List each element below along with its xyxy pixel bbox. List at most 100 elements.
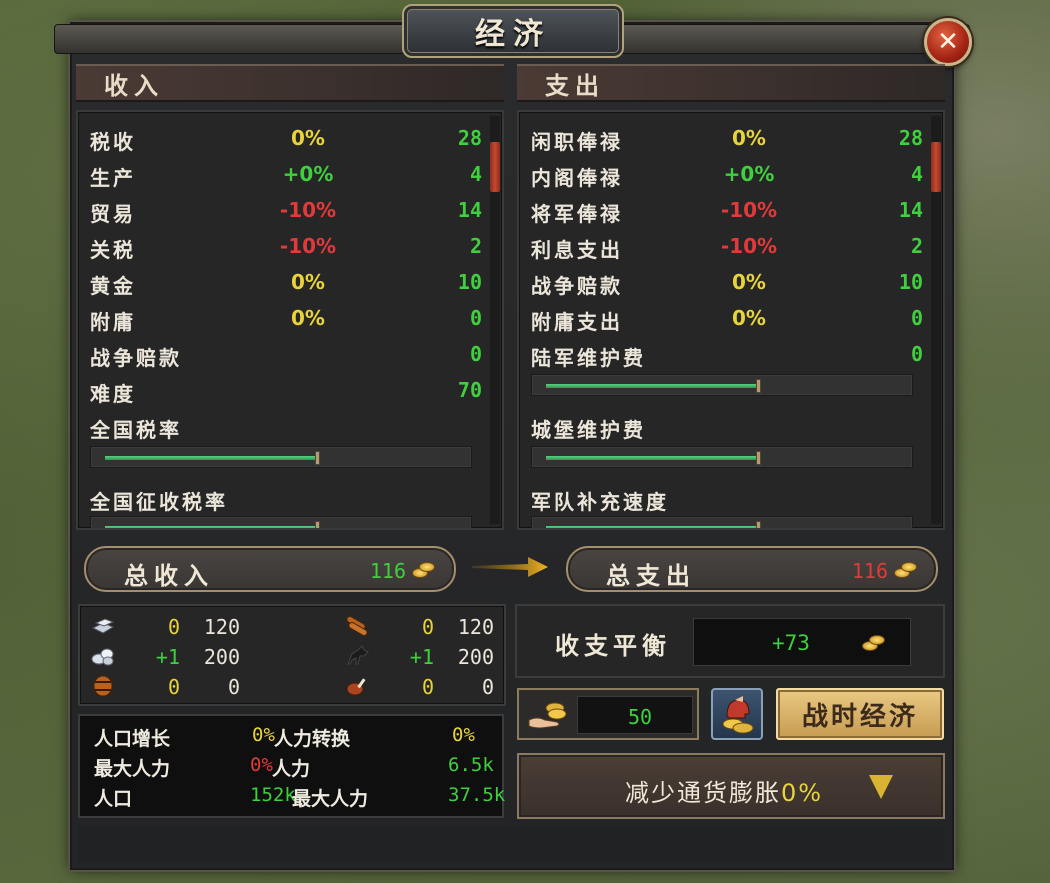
expense-row-value: 28 bbox=[898, 126, 923, 150]
population-row-1: 人口增长 0% 人力转换 0% bbox=[80, 724, 502, 752]
gold-coin-icon bbox=[862, 633, 885, 651]
resource-item: +1 200 bbox=[344, 642, 504, 672]
resource-item: 0 120 bbox=[90, 612, 250, 642]
tax-rate-label-row: 全国税率 bbox=[78, 408, 502, 444]
stone-icon bbox=[90, 644, 116, 668]
inflation-dropdown[interactable]: 减少通货膨胀0% bbox=[517, 753, 945, 819]
income-row-label: 难度 bbox=[90, 382, 136, 406]
levy-rate-label: 全国征收税率 bbox=[90, 490, 228, 514]
max-manpower-label: 最大人力 bbox=[94, 758, 171, 780]
income-list[interactable]: 税收 0% 28 生产 +0% 4 贸易 -10% 14 关税 -10% 2 黄金 0% 10 附庸 0% 0 战争… bbox=[76, 110, 504, 530]
manpower-label: 人力 bbox=[272, 758, 311, 780]
tax-rate-slider[interactable] bbox=[90, 446, 472, 468]
income-row-percent: 0% bbox=[291, 306, 325, 330]
chevron-down-icon bbox=[869, 775, 893, 799]
expense-row: 闲职俸禄 0% 28 bbox=[519, 120, 943, 156]
gold-coin-icon bbox=[412, 560, 435, 578]
expense-row-percent: 0% bbox=[732, 306, 766, 330]
income-row: 生产 +0% 4 bbox=[78, 156, 502, 192]
resource-item: +1 200 bbox=[90, 642, 250, 672]
income-row-value: 0 bbox=[469, 342, 482, 366]
castle-upkeep-label-row: 城堡维护费 bbox=[519, 408, 943, 444]
helmet-coins-icon bbox=[722, 696, 754, 734]
meat-icon bbox=[344, 674, 370, 698]
recruit-field[interactable]: 50 bbox=[577, 696, 693, 734]
expense-row-percent: -10% bbox=[720, 234, 778, 258]
barrel-icon bbox=[90, 674, 116, 698]
expense-row: 利息支出 -10% 2 bbox=[519, 228, 943, 264]
expense-row-label: 战争赔款 bbox=[531, 274, 623, 298]
reinforce-speed-label-row: 军队补充速度 bbox=[519, 480, 943, 516]
tax-rate-slider-fill bbox=[105, 456, 318, 460]
castle-upkeep-slider-handle[interactable] bbox=[756, 451, 762, 465]
iron-ingot-icon bbox=[90, 614, 116, 638]
income-row-value: 70 bbox=[457, 378, 482, 402]
reinforce-speed-slider-handle[interactable] bbox=[756, 521, 762, 528]
resource-item: 00 bbox=[344, 672, 504, 702]
total-income-value: 116 bbox=[369, 559, 406, 583]
income-row-label: 附庸 bbox=[90, 310, 136, 334]
reinforce-speed-slider-fill bbox=[546, 526, 759, 528]
income-row-value: 0 bbox=[469, 306, 482, 330]
income-header: 收入 bbox=[76, 64, 504, 102]
close-button[interactable]: ✕ bbox=[924, 18, 972, 66]
expense-row-percent: 0% bbox=[732, 270, 766, 294]
balance-value: +73 bbox=[772, 631, 810, 655]
reinforce-speed-slider[interactable] bbox=[531, 516, 913, 528]
income-row: 黄金 0% 10 bbox=[78, 264, 502, 300]
expense-row-percent: +0% bbox=[723, 162, 775, 186]
tax-rate-slider-handle[interactable] bbox=[315, 451, 321, 465]
inflation-value: 0% bbox=[781, 779, 824, 807]
castle-upkeep-slider[interactable] bbox=[531, 446, 913, 468]
max-manpower-value: 0% bbox=[250, 754, 273, 776]
expense-header: 支出 bbox=[517, 64, 945, 102]
resource-delta: +1 bbox=[409, 645, 434, 669]
resource-capacity: 200 bbox=[457, 645, 494, 669]
income-row: 难度 70 bbox=[78, 372, 502, 408]
arrow-right-icon bbox=[472, 557, 548, 577]
wood-logs-icon bbox=[344, 614, 370, 638]
income-row-label: 税收 bbox=[90, 130, 136, 154]
expense-row: 将军俸禄 -10% 14 bbox=[519, 192, 943, 228]
expense-list[interactable]: 闲职俸禄 0% 28 内阁俸禄 +0% 4 将军俸禄 -10% 14 利息支出 -10% 2 战争赔款 0… bbox=[517, 110, 945, 530]
income-row: 税收 0% 28 bbox=[78, 120, 502, 156]
max-manpower2-label: 最大人力 bbox=[292, 788, 369, 810]
army-upkeep-slider-fill bbox=[546, 384, 759, 388]
levy-rate-slider-handle[interactable] bbox=[315, 521, 321, 528]
army-upkeep-slider[interactable] bbox=[531, 374, 913, 396]
population-row-3: 人口 152k 最大人力 37.5k bbox=[80, 784, 506, 812]
inflation-label: 减少通货膨胀 bbox=[625, 779, 781, 807]
levy-rate-slider[interactable] bbox=[90, 516, 472, 528]
income-row-percent: 0% bbox=[291, 270, 325, 294]
resource-capacity: 200 bbox=[203, 645, 240, 669]
expense-row-value: 0 bbox=[910, 342, 923, 366]
income-row-value: 2 bbox=[469, 234, 482, 258]
expense-row-label: 利息支出 bbox=[531, 238, 623, 262]
close-icon: ✕ bbox=[937, 27, 959, 57]
expense-row-label: 将军俸禄 bbox=[531, 202, 623, 226]
war-economy-button[interactable]: 战时经济 bbox=[776, 688, 944, 740]
expense-row-value: 4 bbox=[910, 162, 923, 186]
castle-upkeep-label: 城堡维护费 bbox=[531, 418, 646, 442]
recruit-box: 50 bbox=[517, 688, 699, 740]
horse-icon bbox=[344, 644, 370, 668]
balance-field: +73 bbox=[693, 618, 911, 666]
expense-row: 附庸支出 0% 0 bbox=[519, 300, 943, 336]
title-plate: 经济 bbox=[402, 4, 624, 58]
population-box: 人口增长 0% 人力转换 0% 最大人力 0% 人力 6.5k 人口 152k … bbox=[78, 714, 506, 818]
hand-coins-icon bbox=[528, 702, 567, 729]
reinforce-speed-label: 军队补充速度 bbox=[531, 490, 669, 514]
army-upkeep-slider-handle[interactable] bbox=[756, 379, 762, 393]
resource-delta: +1 bbox=[155, 645, 180, 669]
income-row-value: 14 bbox=[457, 198, 482, 222]
expense-row-label: 附庸支出 bbox=[531, 310, 623, 334]
total-expense-bar: 总支出 116 bbox=[566, 546, 938, 592]
max-manpower2-value: 37.5k bbox=[448, 784, 506, 806]
resource-delta: 0 bbox=[421, 615, 434, 639]
expense-row-label: 陆军维护费 bbox=[531, 346, 646, 370]
income-row-label: 战争赔款 bbox=[90, 346, 182, 370]
army-gold-button[interactable] bbox=[711, 688, 763, 740]
income-row-label: 生产 bbox=[90, 166, 136, 190]
expense-row-label: 内阁俸禄 bbox=[531, 166, 623, 190]
resource-capacity: 120 bbox=[457, 615, 494, 639]
